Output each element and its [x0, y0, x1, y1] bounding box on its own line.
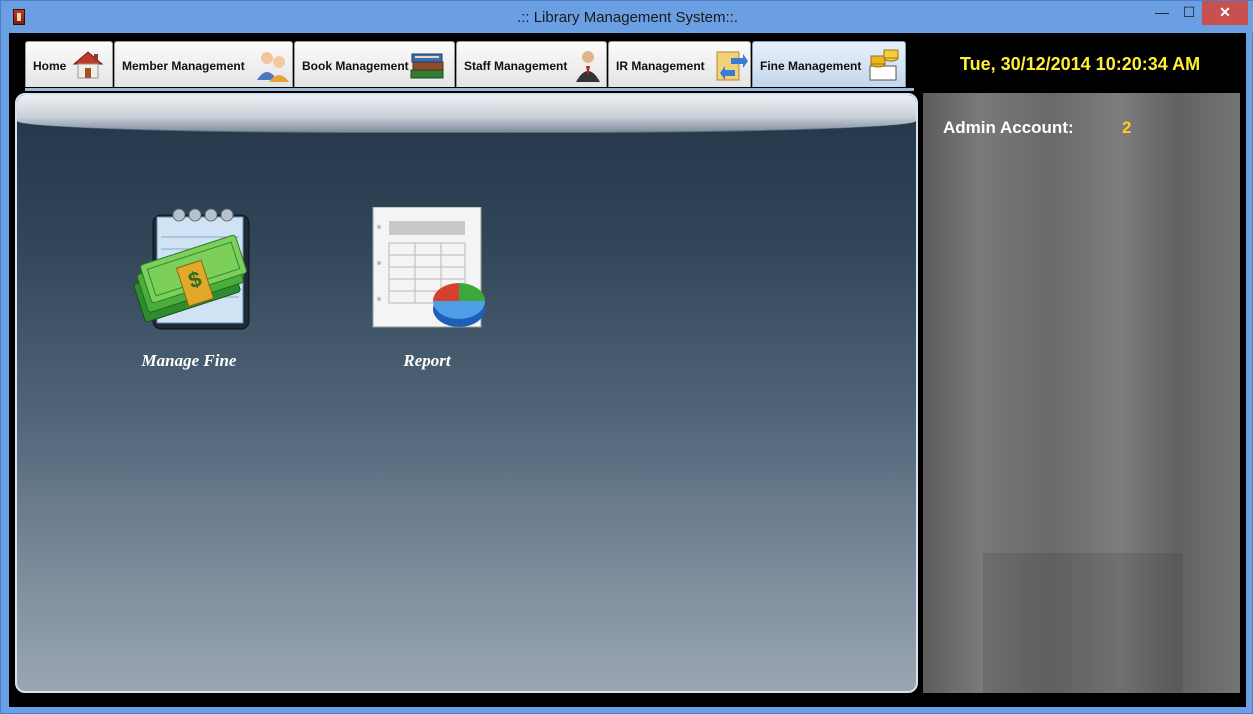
- tab-underline: [25, 88, 918, 91]
- report-button[interactable]: Report: [361, 207, 493, 377]
- manage-fine-label: Manage Fine: [141, 351, 237, 370]
- tab-label: IR Management: [616, 59, 705, 73]
- date-time-clock: Tue, 30/12/2014 10:20:34 AM: [914, 33, 1246, 93]
- close-button[interactable]: ✕: [1202, 1, 1248, 25]
- books-icon: [410, 53, 444, 79]
- house-icon: [72, 51, 104, 79]
- fine-management-panel: $ Manage Fine Report: [15, 93, 918, 693]
- app-window: .:: Library Management System::. — ☐ ✕ H…: [0, 0, 1253, 714]
- tab-label: Member Management: [122, 59, 245, 73]
- admin-account-label: Admin Account:: [943, 118, 1074, 137]
- account-side-panel: Admin Account: 2: [923, 93, 1240, 693]
- users-icon: [257, 52, 289, 82]
- report-label: Report: [403, 351, 451, 370]
- tab-staff-management[interactable]: Staff Management: [456, 41, 607, 87]
- money-notepad-icon: $: [133, 208, 250, 330]
- client-area: Home Member Management Book Management S…: [9, 33, 1246, 707]
- tab-label: Staff Management: [464, 59, 568, 73]
- tab-member-management[interactable]: Member Management: [114, 41, 293, 87]
- staff-person-icon: [576, 51, 600, 82]
- tab-ir-management[interactable]: IR Management: [608, 41, 751, 87]
- window-title: .:: Library Management System::.: [517, 9, 738, 26]
- tab-fine-management[interactable]: Fine Management: [752, 41, 906, 87]
- tab-book-management[interactable]: Book Management: [294, 41, 455, 87]
- money-icon: [869, 49, 899, 81]
- panel-header: [17, 95, 916, 133]
- maximize-button[interactable]: ☐: [1176, 1, 1202, 25]
- report-chart-icon: [372, 207, 485, 328]
- issue-return-folder-icon: [716, 51, 748, 81]
- admin-account-value: 2: [1122, 118, 1132, 137]
- tab-label: Book Management: [302, 59, 409, 73]
- tab-label: Fine Management: [760, 59, 862, 73]
- module-tabs: Home Member Management Book Management S…: [9, 33, 918, 91]
- tab-home[interactable]: Home: [25, 41, 113, 87]
- manage-fine-button[interactable]: $ Manage Fine: [123, 207, 255, 377]
- title-bar[interactable]: .:: Library Management System::. — ☐ ✕: [1, 1, 1253, 33]
- minimize-button[interactable]: —: [1148, 1, 1176, 25]
- tab-label: Home: [33, 59, 67, 73]
